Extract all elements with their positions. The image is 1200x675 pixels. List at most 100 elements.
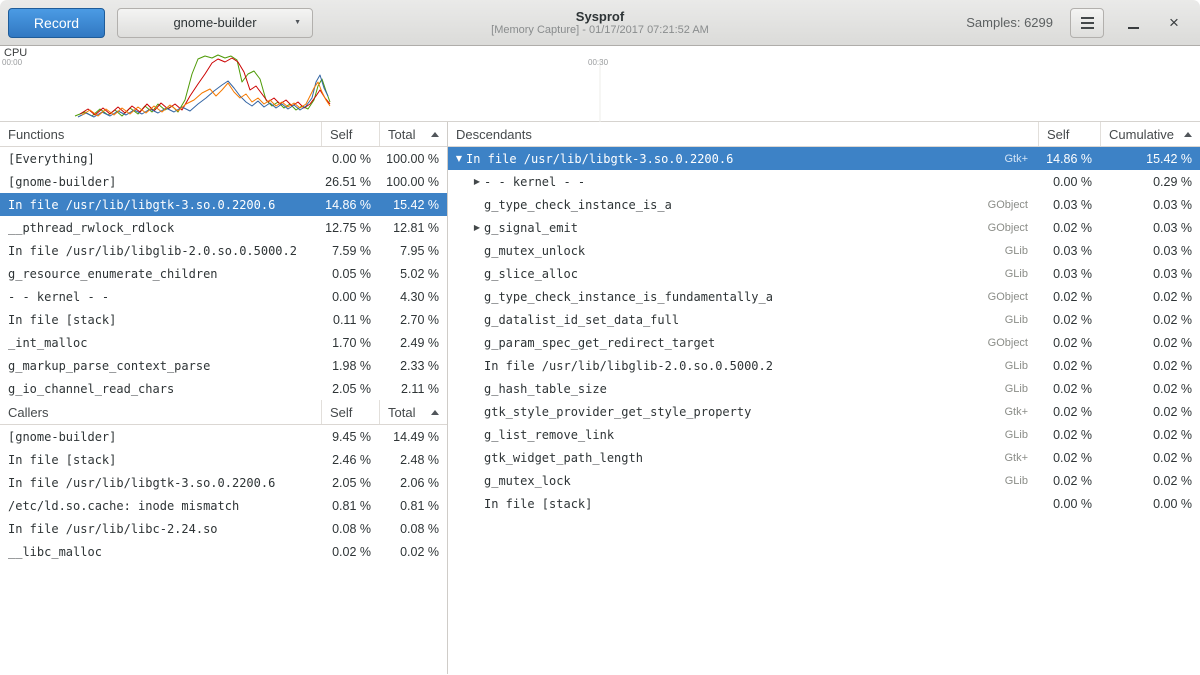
descendant-row[interactable]: g_param_spec_get_redirect_targetGObject0… [448,331,1200,354]
caller-row[interactable]: __libc_malloc0.02 %0.02 % [0,540,447,563]
descendant-row[interactable]: ▶g_signal_emitGObject0.02 %0.03 % [448,216,1200,239]
self-percent: 0.81 % [321,499,379,513]
expander-open-icon[interactable]: ▼ [452,154,466,163]
symbol-name: g_mutex_unlock [484,244,585,258]
caller-row[interactable]: In file /usr/lib/libgtk-3.so.0.2200.62.0… [0,471,447,494]
cumulative-percent: 0.03 % [1100,267,1200,281]
descendant-row[interactable]: g_datalist_id_set_data_fullGLib0.02 %0.0… [448,308,1200,331]
function-row[interactable]: _int_malloc1.70 %2.49 % [0,331,447,354]
descendant-row[interactable]: gtk_style_provider_get_style_property Gtk… [448,400,1200,423]
function-row[interactable]: g_resource_enumerate_children0.05 %5.02 … [0,262,447,285]
total-percent: 2.70 % [379,313,447,327]
library-badge: GLib [1005,360,1038,372]
total-percent: 2.11 % [379,382,447,396]
descendant-row[interactable]: In file /usr/lib/libglib-2.0.so.0.5000.2… [448,354,1200,377]
process-selector-dropdown[interactable]: gnome-builder ▼ [117,8,313,38]
cpu-graph-area[interactable]: CPU 00:00 00:30 [0,46,1200,122]
descendant-row[interactable]: In file [stack]0.00 %0.00 % [448,492,1200,515]
left-panel: Functions Self Total [Everything]0.00 %1… [0,122,448,674]
symbol-name: __libc_malloc [0,545,321,559]
symbol-name: g_type_check_instance_is_a [484,198,672,212]
self-percent: 1.70 % [321,336,379,350]
functions-column-header[interactable]: Functions [0,122,321,146]
library-badge: Gtk+ [1004,452,1038,464]
descendants-column-header[interactable]: Descendants [448,122,1038,146]
caller-row[interactable]: In file [stack]2.46 %2.48 % [0,448,447,471]
descendant-row[interactable]: gtk_widget_path_lengthGtk+0.02 %0.02 % [448,446,1200,469]
self-percent: 0.03 % [1038,267,1100,281]
symbol-name: g_io_channel_read_chars [0,382,321,396]
self-percent: 0.11 % [321,313,379,327]
cumulative-percent: 0.29 % [1100,175,1200,189]
menu-button[interactable] [1070,8,1104,38]
cumulative-percent: 0.02 % [1100,428,1200,442]
descendant-row[interactable]: g_slice_allocGLib0.03 %0.03 % [448,262,1200,285]
self-percent: 2.05 % [321,382,379,396]
descendants-row-list: ▼In file /usr/lib/libgtk-3.so.0.2200.6 Gt… [448,147,1200,515]
cumulative-percent: 0.02 % [1100,451,1200,465]
minimize-icon [1128,27,1139,29]
expander-closed-icon[interactable]: ▶ [470,223,484,232]
self-column-header[interactable]: Self [1038,122,1100,146]
descendant-row[interactable]: g_list_remove_linkGLib0.02 %0.02 % [448,423,1200,446]
self-column-header[interactable]: Self [321,122,379,146]
self-percent: 0.02 % [1038,336,1100,350]
descendant-row[interactable]: ▼In file /usr/lib/libgtk-3.so.0.2200.6 Gt… [448,147,1200,170]
self-percent: 0.05 % [321,267,379,281]
self-percent: 0.02 % [1038,405,1100,419]
symbol-name: In file [stack] [0,313,321,327]
callers-column-header[interactable]: Callers [0,400,321,424]
library-badge: GLib [1005,383,1038,395]
descendant-row[interactable]: g_mutex_unlockGLib0.03 %0.03 % [448,239,1200,262]
function-row[interactable]: g_markup_parse_context_parse1.98 %2.33 % [0,354,447,377]
function-row[interactable]: __pthread_rwlock_rdlock12.75 %12.81 % [0,216,447,239]
library-badge: GObject [988,337,1038,349]
descendant-row[interactable]: ▶- - kernel - -0.00 %0.29 % [448,170,1200,193]
callers-table-header: Callers Self Total [0,400,447,425]
minimize-button[interactable] [1121,10,1145,36]
total-column-header[interactable]: Total [379,122,447,146]
total-percent: 0.08 % [379,522,447,536]
time-tick-mid: 00:30 [588,58,608,67]
library-badge: Gtk+ [1004,153,1038,165]
descendant-row[interactable]: g_mutex_lockGLib0.02 %0.02 % [448,469,1200,492]
function-row[interactable]: g_io_channel_read_chars2.05 %2.11 % [0,377,447,400]
function-row[interactable]: [Everything]0.00 %100.00 % [0,147,447,170]
window-title-area: Sysprof [Memory Capture] - 01/17/2017 07… [491,9,709,37]
record-button-label: Record [34,15,79,31]
self-percent: 0.00 % [321,290,379,304]
symbol-name: In file /usr/lib/libgtk-3.so.0.2200.6 [466,152,733,166]
self-percent: 0.00 % [1038,175,1100,189]
caller-row[interactable]: In file /usr/lib/libc-2.24.so0.08 %0.08 … [0,517,447,540]
descendant-row[interactable]: g_type_check_instance_is_aGObject0.03 %0… [448,193,1200,216]
expander-closed-icon[interactable]: ▶ [470,177,484,186]
self-column-header[interactable]: Self [321,400,379,424]
symbol-name: In file [stack] [0,453,321,467]
record-button[interactable]: Record [8,8,105,38]
library-badge: Gtk+ [1004,406,1038,418]
cumulative-percent: 0.03 % [1100,244,1200,258]
cumulative-percent: 0.03 % [1100,221,1200,235]
total-percent: 2.33 % [379,359,447,373]
function-row[interactable]: In file [stack]0.11 %2.70 % [0,308,447,331]
total-column-header[interactable]: Total [379,400,447,424]
total-percent: 0.02 % [379,545,447,559]
cumulative-percent: 0.02 % [1100,382,1200,396]
function-row[interactable]: In file /usr/lib/libgtk-3.so.0.2200.614.… [0,193,447,216]
function-row[interactable]: - - kernel - -0.00 %4.30 % [0,285,447,308]
function-row[interactable]: In file /usr/lib/libglib-2.0.so.0.5000.2… [0,239,447,262]
close-button[interactable]: × [1162,10,1186,36]
total-percent: 0.81 % [379,499,447,513]
self-percent: 0.02 % [1038,428,1100,442]
header-bar: Record gnome-builder ▼ Sysprof [Memory C… [0,0,1200,46]
cumulative-column-header[interactable]: Cumulative [1100,122,1200,146]
symbol-name: [gnome-builder] [0,430,321,444]
descendant-row[interactable]: g_hash_table_sizeGLib0.02 %0.02 % [448,377,1200,400]
symbol-name: gtk_style_provider_get_style_property [484,405,751,419]
caller-row[interactable]: /etc/ld.so.cache: inode mismatch0.81 %0.… [0,494,447,517]
cumulative-percent: 0.03 % [1100,198,1200,212]
symbol-name: [gnome-builder] [0,175,321,189]
caller-row[interactable]: [gnome-builder]9.45 %14.49 % [0,425,447,448]
descendant-row[interactable]: g_type_check_instance_is_fundamentally_a… [448,285,1200,308]
function-row[interactable]: [gnome-builder]26.51 %100.00 % [0,170,447,193]
